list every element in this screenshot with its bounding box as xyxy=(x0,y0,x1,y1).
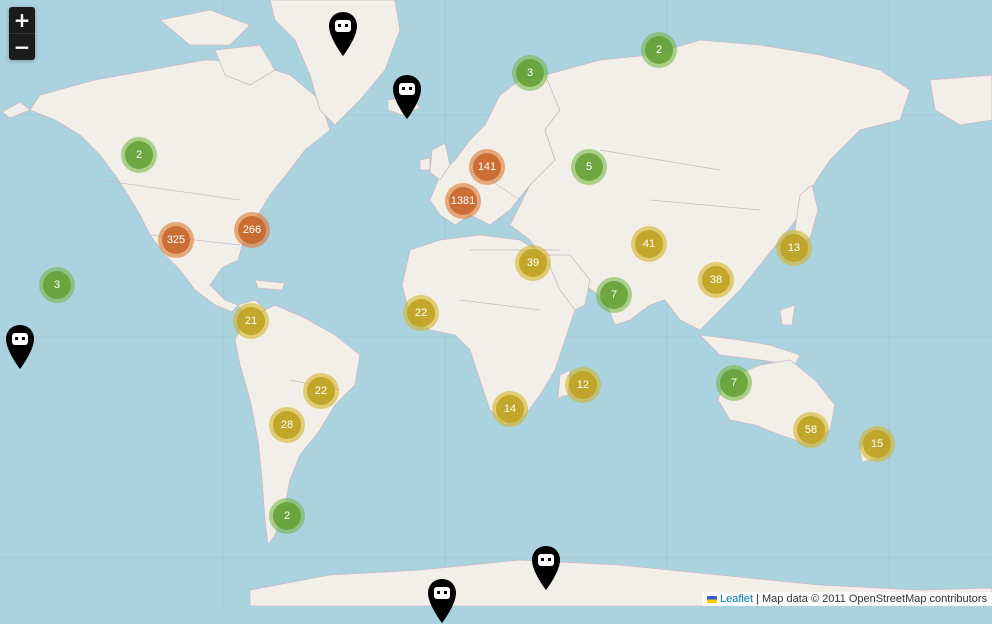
marker-cluster[interactable]: 28 xyxy=(269,407,305,443)
cluster-count: 41 xyxy=(635,230,663,258)
marker-cluster[interactable]: 12 xyxy=(565,367,601,403)
marker-cluster[interactable]: 7 xyxy=(716,365,752,401)
marker-cluster[interactable]: 266 xyxy=(234,212,270,248)
map-pin-icon[interactable] xyxy=(5,324,35,370)
cluster-count: 141 xyxy=(473,153,501,181)
attribution-text: | Map data © 2011 OpenStreetMap contribu… xyxy=(756,593,987,605)
marker-cluster[interactable]: 41 xyxy=(631,226,667,262)
marker-cluster[interactable]: 38 xyxy=(698,262,734,298)
cluster-count: 5 xyxy=(575,153,603,181)
cluster-count: 2 xyxy=(273,502,301,530)
leaflet-link[interactable]: Leaflet xyxy=(720,593,753,605)
cluster-count: 38 xyxy=(702,266,730,294)
cluster-count: 22 xyxy=(407,299,435,327)
cluster-count: 15 xyxy=(863,430,891,458)
map-pin-icon[interactable] xyxy=(328,11,358,57)
cluster-count: 3 xyxy=(43,271,71,299)
attribution-bar: Leaflet | Map data © 2011 OpenStreetMap … xyxy=(702,592,992,606)
cluster-count: 39 xyxy=(519,249,547,277)
cluster-count: 7 xyxy=(600,281,628,309)
marker-cluster[interactable]: 3 xyxy=(39,267,75,303)
map-pin-icon[interactable] xyxy=(392,74,422,120)
cluster-count: 2 xyxy=(125,141,153,169)
marker-cluster[interactable]: 2 xyxy=(121,137,157,173)
marker-cluster[interactable]: 325 xyxy=(158,222,194,258)
cluster-count: 7 xyxy=(720,369,748,397)
marker-cluster[interactable]: 5 xyxy=(571,149,607,185)
zoom-in-button[interactable]: + xyxy=(9,7,35,33)
marker-cluster[interactable]: 7 xyxy=(596,277,632,313)
cluster-count: 58 xyxy=(797,416,825,444)
cluster-count: 21 xyxy=(237,307,265,335)
marker-cluster[interactable]: 22 xyxy=(303,373,339,409)
cluster-count: 2 xyxy=(645,36,673,64)
marker-cluster[interactable]: 3 xyxy=(512,55,548,91)
marker-cluster[interactable]: 58 xyxy=(793,412,829,448)
cluster-count: 28 xyxy=(273,411,301,439)
marker-cluster[interactable]: 1381 xyxy=(445,183,481,219)
marker-cluster[interactable]: 39 xyxy=(515,245,551,281)
cluster-count: 14 xyxy=(496,395,524,423)
cluster-count: 12 xyxy=(569,371,597,399)
zoom-out-button[interactable]: − xyxy=(9,33,35,60)
marker-cluster[interactable]: 21 xyxy=(233,303,269,339)
cluster-count: 22 xyxy=(307,377,335,405)
cluster-count: 266 xyxy=(238,216,266,244)
cluster-count: 325 xyxy=(162,226,190,254)
marker-cluster[interactable]: 141 xyxy=(469,149,505,185)
marker-cluster[interactable]: 2 xyxy=(641,32,677,68)
map-pin-icon[interactable] xyxy=(531,545,561,591)
map-pin-icon[interactable] xyxy=(427,578,457,624)
ukraine-flag-icon xyxy=(707,595,718,603)
marker-cluster[interactable]: 2 xyxy=(269,498,305,534)
cluster-count: 13 xyxy=(780,234,808,262)
marker-cluster[interactable]: 15 xyxy=(859,426,895,462)
world-basemap xyxy=(0,0,992,606)
cluster-count: 3 xyxy=(516,59,544,87)
marker-cluster[interactable]: 13 xyxy=(776,230,812,266)
marker-cluster[interactable]: 22 xyxy=(403,295,439,331)
landmasses xyxy=(1,0,992,606)
cluster-count: 1381 xyxy=(449,187,477,215)
map-viewport[interactable] xyxy=(0,0,992,606)
marker-cluster[interactable]: 14 xyxy=(492,391,528,427)
zoom-control: + − xyxy=(9,7,35,60)
